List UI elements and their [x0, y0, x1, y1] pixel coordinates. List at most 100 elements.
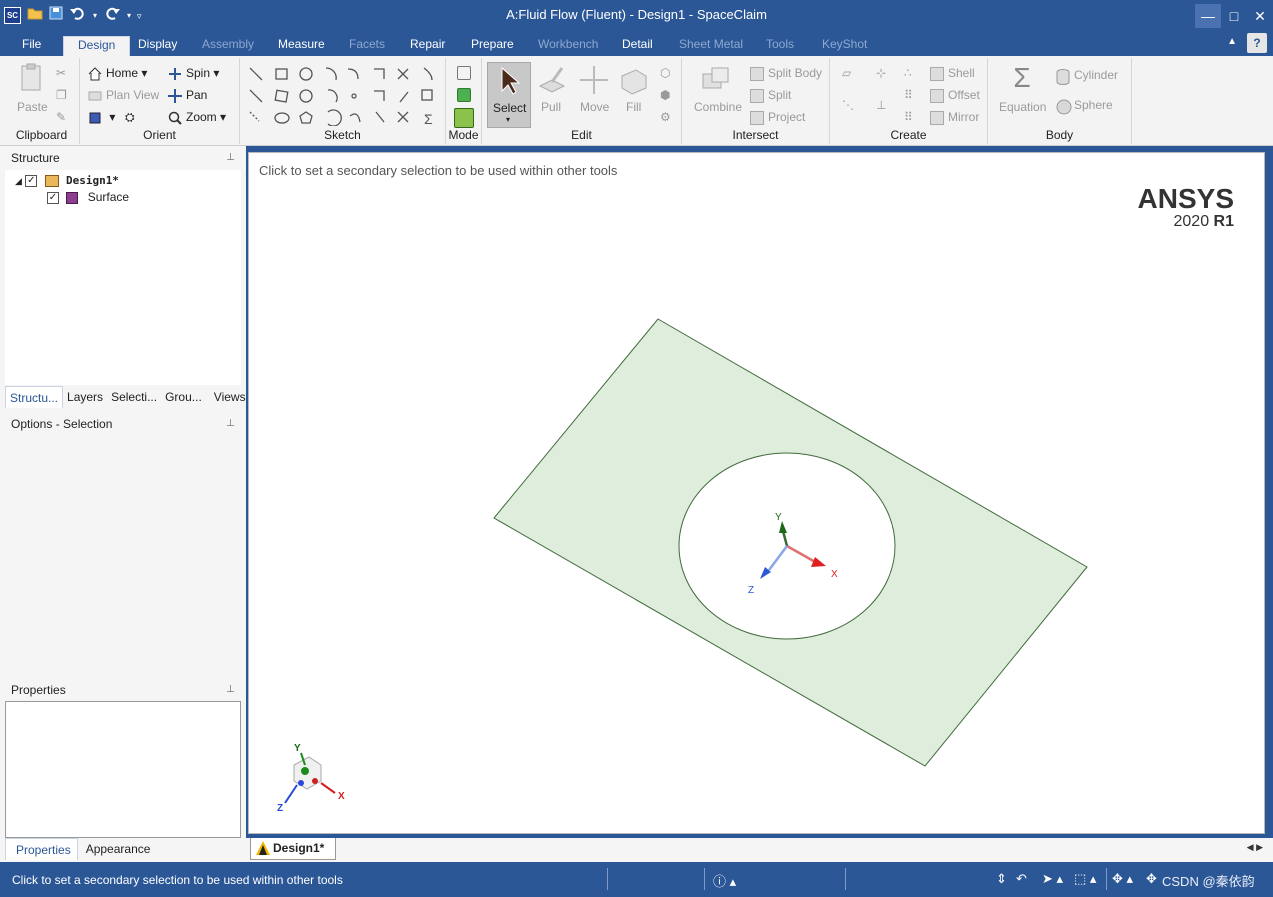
surface-checkbox[interactable]: ✓: [47, 191, 59, 204]
tab-keyshot[interactable]: KeyShot: [822, 36, 867, 56]
properties-pin-icon[interactable]: ⊥: [226, 680, 235, 700]
tab-properties[interactable]: Properties: [5, 838, 78, 860]
ribbon: Paste ✂ ❐ ✎ Clipboard Home ▾ Spin ▾ Plan…: [0, 56, 1273, 146]
equation-icon[interactable]: Σ: [1006, 62, 1038, 94]
structure-tree: ◢ ✓ Design1* ✓ Surface: [5, 170, 241, 385]
plane-icon[interactable]: ▱: [842, 66, 851, 80]
pin-icon[interactable]: ⊥: [226, 148, 235, 168]
tab-facets[interactable]: Facets: [349, 36, 385, 56]
tab-appearance[interactable]: Appearance: [78, 838, 155, 860]
plan-view-button[interactable]: Plan View: [88, 88, 159, 103]
maximize-button[interactable]: □: [1221, 4, 1247, 28]
mirror-button[interactable]: Mirror: [930, 110, 979, 125]
equation-button[interactable]: Equation: [999, 100, 1046, 114]
triad-axes: [760, 521, 826, 579]
project-button[interactable]: Project: [750, 110, 805, 125]
format-painter-icon[interactable]: ✎: [56, 110, 66, 124]
model-canvas[interactable]: X Y Z X Y Z: [249, 153, 1264, 833]
structure-tabs: Structu... Layers Selecti... Grou... Vie…: [5, 386, 246, 408]
view-cube-triad[interactable]: [284, 752, 336, 804]
combine-button[interactable]: Combine: [694, 100, 742, 114]
view-cube-button[interactable]: ▾: [88, 110, 115, 125]
root-checkbox[interactable]: ✓: [25, 174, 38, 187]
help-icon[interactable]: ?: [1247, 33, 1267, 53]
copy-icon[interactable]: ❐: [56, 88, 67, 102]
tab-structure[interactable]: Structu...: [5, 386, 64, 408]
split-body-button[interactable]: Split Body: [750, 66, 822, 81]
shape-icon-1[interactable]: ⬡: [660, 66, 670, 80]
pan-status-icon[interactable]: ✥: [1146, 871, 1157, 887]
graphics-viewport[interactable]: Click to set a secondary selection to be…: [248, 152, 1265, 834]
tab-assembly[interactable]: Assembly: [202, 36, 254, 56]
sphere-button[interactable]: Sphere: [1056, 98, 1113, 115]
paste-icon[interactable]: [16, 62, 48, 94]
select-button[interactable]: Select ▾: [487, 62, 531, 128]
point-icon[interactable]: ⊹: [876, 66, 886, 80]
title-bar: SC ▾ ▾ ▿ A:Fluid Flow (Fluent) - Design1…: [0, 0, 1273, 32]
tab-layers[interactable]: Layers: [63, 386, 107, 408]
settings-gear-icon[interactable]: ⚙: [660, 110, 671, 124]
tab-workbench[interactable]: Workbench: [538, 36, 598, 56]
tab-repair[interactable]: Repair: [410, 36, 445, 56]
tab-file[interactable]: File: [22, 36, 41, 56]
snap-view-icon[interactable]: ⛭: [125, 110, 135, 125]
sketch-tools-icon[interactable]: Σ: [248, 66, 444, 126]
tab-detail[interactable]: Detail: [622, 36, 653, 56]
sketch-mode-icon[interactable]: [457, 66, 471, 80]
tab-scroll-arrows[interactable]: ◀ ▶: [1247, 842, 1263, 853]
collapse-icon[interactable]: ◢: [15, 176, 22, 186]
minimize-ribbon-icon[interactable]: ▲: [1227, 36, 1237, 47]
move-icon[interactable]: [578, 64, 610, 96]
shape-icon-2[interactable]: ⬢: [660, 88, 670, 102]
tab-sheet-metal[interactable]: Sheet Metal: [679, 36, 743, 56]
tab-tools[interactable]: Tools: [766, 36, 794, 56]
spin-button[interactable]: Spin ▾: [168, 66, 219, 81]
undo-status-icon[interactable]: ↶: [1016, 871, 1027, 887]
x-axis-arrow: [811, 557, 826, 567]
tab-groups[interactable]: Grou...: [161, 386, 206, 408]
tab-views[interactable]: Views: [206, 386, 250, 408]
move-button[interactable]: Move: [580, 100, 609, 114]
3d-mode-icon[interactable]: [454, 108, 474, 128]
group-edit: Select ▾ Pull Move Fill ⬡ ⬢ ⚙ Edit: [482, 58, 682, 144]
document-tab-design1[interactable]: Design1* ×: [250, 838, 336, 875]
origin-icon[interactable]: ⊥: [876, 98, 886, 112]
info-icon[interactable]: ⓘ ▴: [713, 871, 736, 890]
box-select-icon[interactable]: ⬚ ▴: [1074, 871, 1096, 887]
surface-icon: [66, 191, 79, 204]
fill-pattern-icon[interactable]: ⠿: [904, 110, 913, 124]
minimize-button[interactable]: —: [1195, 4, 1221, 28]
tab-design[interactable]: Design: [63, 36, 131, 56]
pull-icon[interactable]: [536, 64, 568, 96]
tab-display[interactable]: Display: [138, 36, 177, 56]
group-label-create: Create: [890, 128, 927, 142]
fill-icon[interactable]: [618, 64, 650, 96]
tab-prepare[interactable]: Prepare: [471, 36, 514, 56]
surface-with-hole[interactable]: [493, 318, 1088, 767]
cut-icon[interactable]: ✂: [56, 66, 66, 80]
tree-root-row[interactable]: ◢ ✓ Design1*: [15, 172, 119, 188]
combine-icon[interactable]: [700, 64, 732, 96]
tab-measure[interactable]: Measure: [278, 36, 325, 56]
spin-arrows-icon[interactable]: ⇕: [996, 871, 1007, 887]
split-button[interactable]: Split: [750, 88, 791, 103]
offset-button[interactable]: Offset: [930, 88, 980, 103]
close-button[interactable]: ✕: [1247, 4, 1273, 28]
tab-selection[interactable]: Selecti...: [107, 386, 161, 408]
spin-status-icon[interactable]: ✥ ▴: [1112, 871, 1133, 887]
axis-icon[interactable]: ⋱: [842, 98, 854, 112]
section-mode-icon[interactable]: [457, 88, 471, 102]
options-pin-icon[interactable]: ⊥: [226, 414, 235, 434]
fill-button[interactable]: Fill: [626, 100, 641, 114]
tree-child-row[interactable]: ✓ Surface: [47, 189, 129, 205]
shell-button[interactable]: Shell: [930, 66, 975, 81]
home-button[interactable]: Home ▾: [88, 66, 147, 81]
paste-button[interactable]: Paste: [17, 100, 48, 114]
pattern-icon[interactable]: ∴: [904, 66, 912, 80]
pull-button[interactable]: Pull: [541, 100, 561, 114]
zoom-button[interactable]: Zoom ▾: [168, 110, 226, 125]
cylinder-button[interactable]: Cylinder: [1056, 68, 1118, 85]
select-mode-icon[interactable]: ➤ ▴: [1042, 871, 1063, 887]
grid-pattern-icon[interactable]: ⠿: [904, 88, 913, 102]
pan-button[interactable]: Pan: [168, 88, 207, 103]
